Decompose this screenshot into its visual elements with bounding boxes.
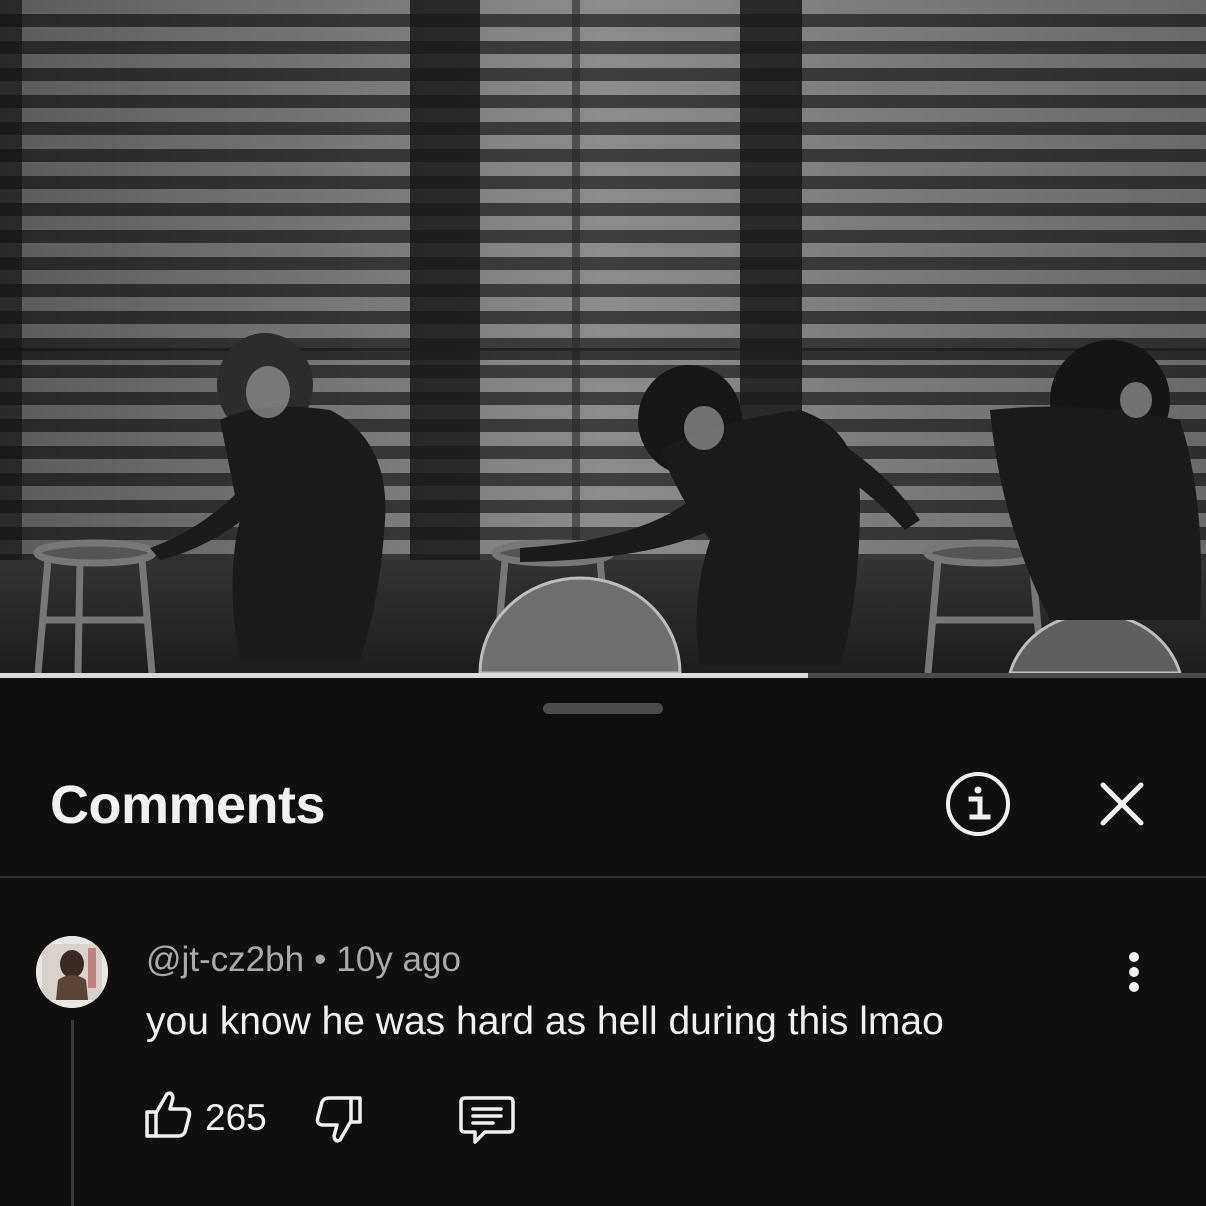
close-icon bbox=[1100, 782, 1144, 826]
avatar-image bbox=[36, 936, 108, 1008]
thread-line bbox=[71, 1020, 74, 1206]
video-progress-fill bbox=[0, 673, 809, 678]
info-icon bbox=[946, 772, 1010, 836]
meta-separator: • bbox=[314, 940, 327, 979]
comment-meta: @jt-cz2bh • 10y ago bbox=[146, 938, 461, 982]
like-count: 265 bbox=[205, 1097, 267, 1138]
header-divider bbox=[0, 876, 1206, 878]
thumbs-up-icon bbox=[145, 1091, 192, 1138]
close-button[interactable] bbox=[1094, 776, 1150, 832]
reply-button[interactable] bbox=[457, 1092, 517, 1146]
sheet-drag-handle[interactable] bbox=[543, 703, 663, 714]
video-player[interactable] bbox=[0, 0, 1206, 673]
comments-sheet: Comments @jt-cz2bh • 10y ago you know he w… bbox=[0, 680, 1206, 1206]
video-frame bbox=[0, 0, 1206, 673]
dislike-button[interactable] bbox=[311, 1092, 365, 1146]
video-progress-bar[interactable] bbox=[0, 673, 1206, 678]
info-button[interactable] bbox=[944, 770, 1012, 838]
like-button[interactable] bbox=[142, 1088, 196, 1142]
avatar[interactable] bbox=[36, 936, 108, 1008]
reply-icon bbox=[459, 1096, 515, 1144]
comment-more-button[interactable] bbox=[1112, 950, 1156, 994]
comments-title: Comments bbox=[50, 775, 326, 835]
thumbs-down-icon bbox=[315, 1096, 362, 1143]
comment-text: you know he was hard as hell during this… bbox=[146, 1000, 944, 1043]
more-vertical-icon bbox=[1129, 952, 1139, 992]
comment-author[interactable]: @jt-cz2bh bbox=[146, 940, 304, 979]
comment-age: 10y ago bbox=[336, 940, 461, 979]
